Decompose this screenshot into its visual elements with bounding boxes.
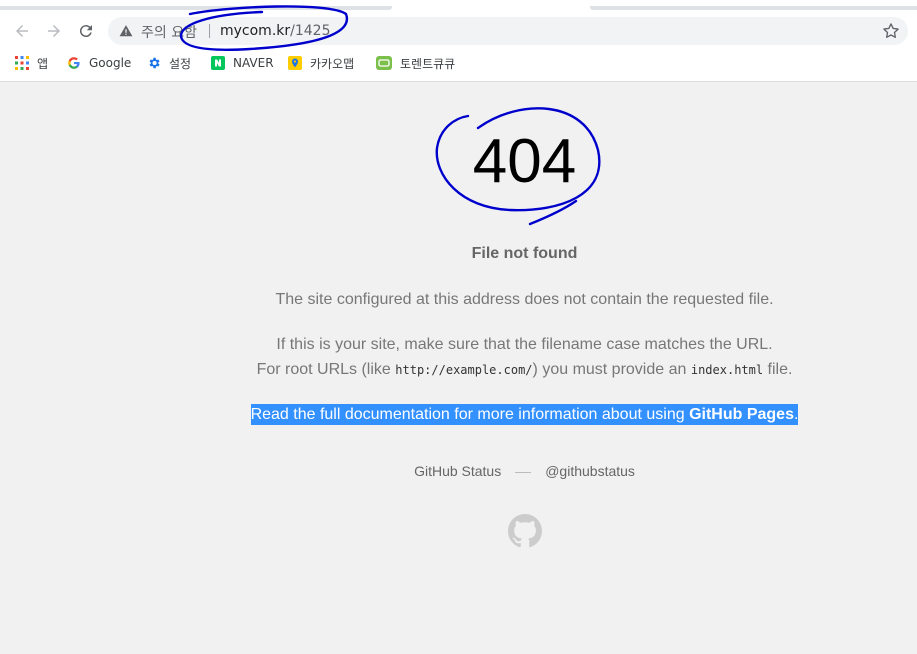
browser-chrome: 주의 요함 mycom.kr/1425 앱 Google 설정 NAVER 카카…: [0, 0, 917, 82]
bookmark-label: 카카오맵: [310, 56, 355, 71]
bookmark-label: 앱: [37, 56, 49, 71]
help-text: If this is your site, make sure that the…: [0, 332, 917, 383]
back-button[interactable]: [11, 20, 33, 42]
security-status[interactable]: 주의 요함: [141, 22, 197, 42]
page-content: 404 File not found The site configured a…: [0, 82, 917, 654]
bookmark-label: Google: [89, 56, 132, 70]
github-octocat-icon[interactable]: [508, 514, 542, 548]
reload-icon: [79, 25, 92, 38]
help-line-2-mid: ) you must provide an: [532, 361, 691, 378]
documentation-middle: for more information about using: [449, 406, 690, 423]
warning-icon[interactable]: [119, 24, 133, 38]
address-separator: [209, 24, 210, 38]
google-g-icon: [68, 57, 80, 69]
index-file-code: index.html: [690, 363, 764, 377]
selected-text: Read the full documentation for more inf…: [250, 404, 799, 425]
bookmark-star-icon[interactable]: [881, 21, 901, 41]
url-path: /1425: [290, 23, 331, 39]
gear-icon: [149, 57, 160, 69]
address-bar[interactable]: 주의 요함 mycom.kr/1425: [108, 17, 908, 45]
torrent-icon: [376, 56, 392, 70]
bookmark-apps[interactable]: 앱: [15, 52, 48, 74]
forward-button[interactable]: [43, 20, 65, 42]
arrow-left-icon: [16, 25, 28, 37]
map-pin-icon: [288, 56, 302, 70]
tab-strip-left: [0, 6, 392, 10]
arrow-right-icon: [48, 25, 60, 37]
example-url-code: http://example.com/: [395, 363, 533, 377]
bookmark-settings[interactable]: 설정: [147, 52, 191, 74]
documentation-end: .: [793, 406, 799, 423]
help-line-2-prefix: For root URLs (like: [256, 361, 396, 378]
apps-grid-icon: [15, 56, 29, 70]
error-description: The site configured at this address does…: [275, 291, 774, 308]
help-line-1: If this is your site, make sure that the…: [276, 336, 773, 353]
bookmark-torrentqq[interactable]: 토렌트큐큐: [376, 52, 455, 74]
bookmark-google[interactable]: Google: [67, 52, 131, 74]
tab-strip-right: [590, 6, 917, 10]
github-status-twitter-link[interactable]: @githubstatus: [545, 463, 635, 479]
github-status-link[interactable]: GitHub Status: [414, 463, 501, 479]
bookmarks-bar: 앱 Google 설정 NAVER 카카오맵 토렌트큐큐: [0, 52, 917, 74]
naver-n-icon: [211, 56, 225, 70]
bookmark-label: 토렌트큐큐: [400, 56, 456, 71]
bookmark-label: 설정: [169, 56, 192, 71]
error-code: 404: [472, 127, 577, 196]
help-line-2-suffix: file.: [763, 361, 793, 378]
github-pages-link[interactable]: GitHub Pages: [689, 406, 794, 423]
bookmark-label: NAVER: [233, 56, 274, 70]
url-domain: mycom.kr: [220, 23, 291, 39]
documentation-link[interactable]: Read the full documentation: [251, 406, 450, 423]
footer-divider: [515, 471, 532, 473]
footer-links: GitHub Status @githubstatus: [0, 463, 917, 479]
documentation-text: Read the full documentation for more inf…: [0, 402, 917, 427]
bookmark-naver[interactable]: NAVER: [211, 52, 274, 74]
bookmark-kakaomap[interactable]: 카카오맵: [288, 52, 354, 74]
reload-button[interactable]: [75, 20, 97, 42]
error-title: File not found: [471, 245, 578, 262]
url-text[interactable]: mycom.kr/1425: [220, 23, 331, 39]
